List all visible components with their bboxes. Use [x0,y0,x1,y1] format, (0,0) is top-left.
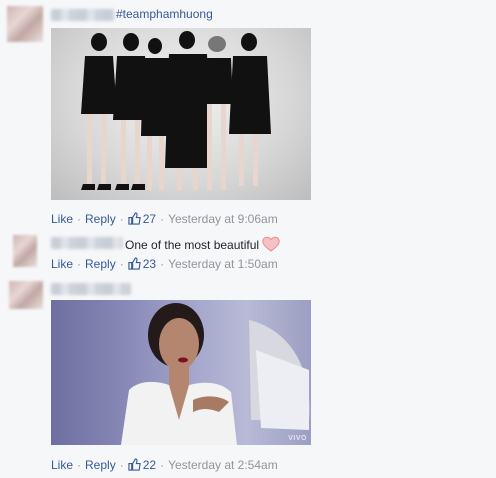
post-actions: Like · Reply · 27 · Yesterday at 9:06am [51,212,278,226]
timestamp[interactable]: Yesterday at 2:54am [168,458,278,472]
timestamp[interactable]: Yesterday at 1:50am [168,257,278,271]
post-actions: Like · Reply · 22 · Yesterday at 2:54am [51,458,278,472]
avatar[interactable] [13,235,37,267]
avatar[interactable] [7,6,43,42]
like-button[interactable]: Like [51,257,73,271]
like-button[interactable]: Like [51,458,73,472]
reply-button[interactable]: Reply [85,257,116,271]
like-button[interactable]: Like [51,212,73,226]
thumbs-up-icon[interactable] [128,212,141,225]
thumbs-up-icon[interactable] [128,257,141,270]
comment-text: One of the most beautiful [125,236,280,252]
reply-button[interactable]: Reply [85,212,116,226]
heart-icon [262,236,280,252]
hashtag-link[interactable]: #teamphamhuong [116,7,213,21]
timestamp[interactable]: Yesterday at 9:06am [168,212,278,226]
post-actions: Like · Reply · 23 · Yesterday at 1:50am [51,257,278,271]
like-count[interactable]: 23 [143,257,156,271]
author-name-blurred[interactable] [51,283,131,295]
group-photo [81,31,271,190]
author-name-blurred[interactable] [51,237,123,249]
like-count[interactable]: 22 [143,458,156,472]
portrait-photo [121,303,310,445]
thumbs-up-icon[interactable] [128,458,141,471]
reply-button[interactable]: Reply [85,458,116,472]
attached-photo-portrait[interactable]: VIVO [51,300,311,445]
attached-photo-group[interactable] [51,28,311,200]
watermark: VIVO [288,435,307,442]
author-name-blurred[interactable] [51,9,115,21]
avatar[interactable] [9,281,43,309]
like-count[interactable]: 27 [143,212,156,226]
